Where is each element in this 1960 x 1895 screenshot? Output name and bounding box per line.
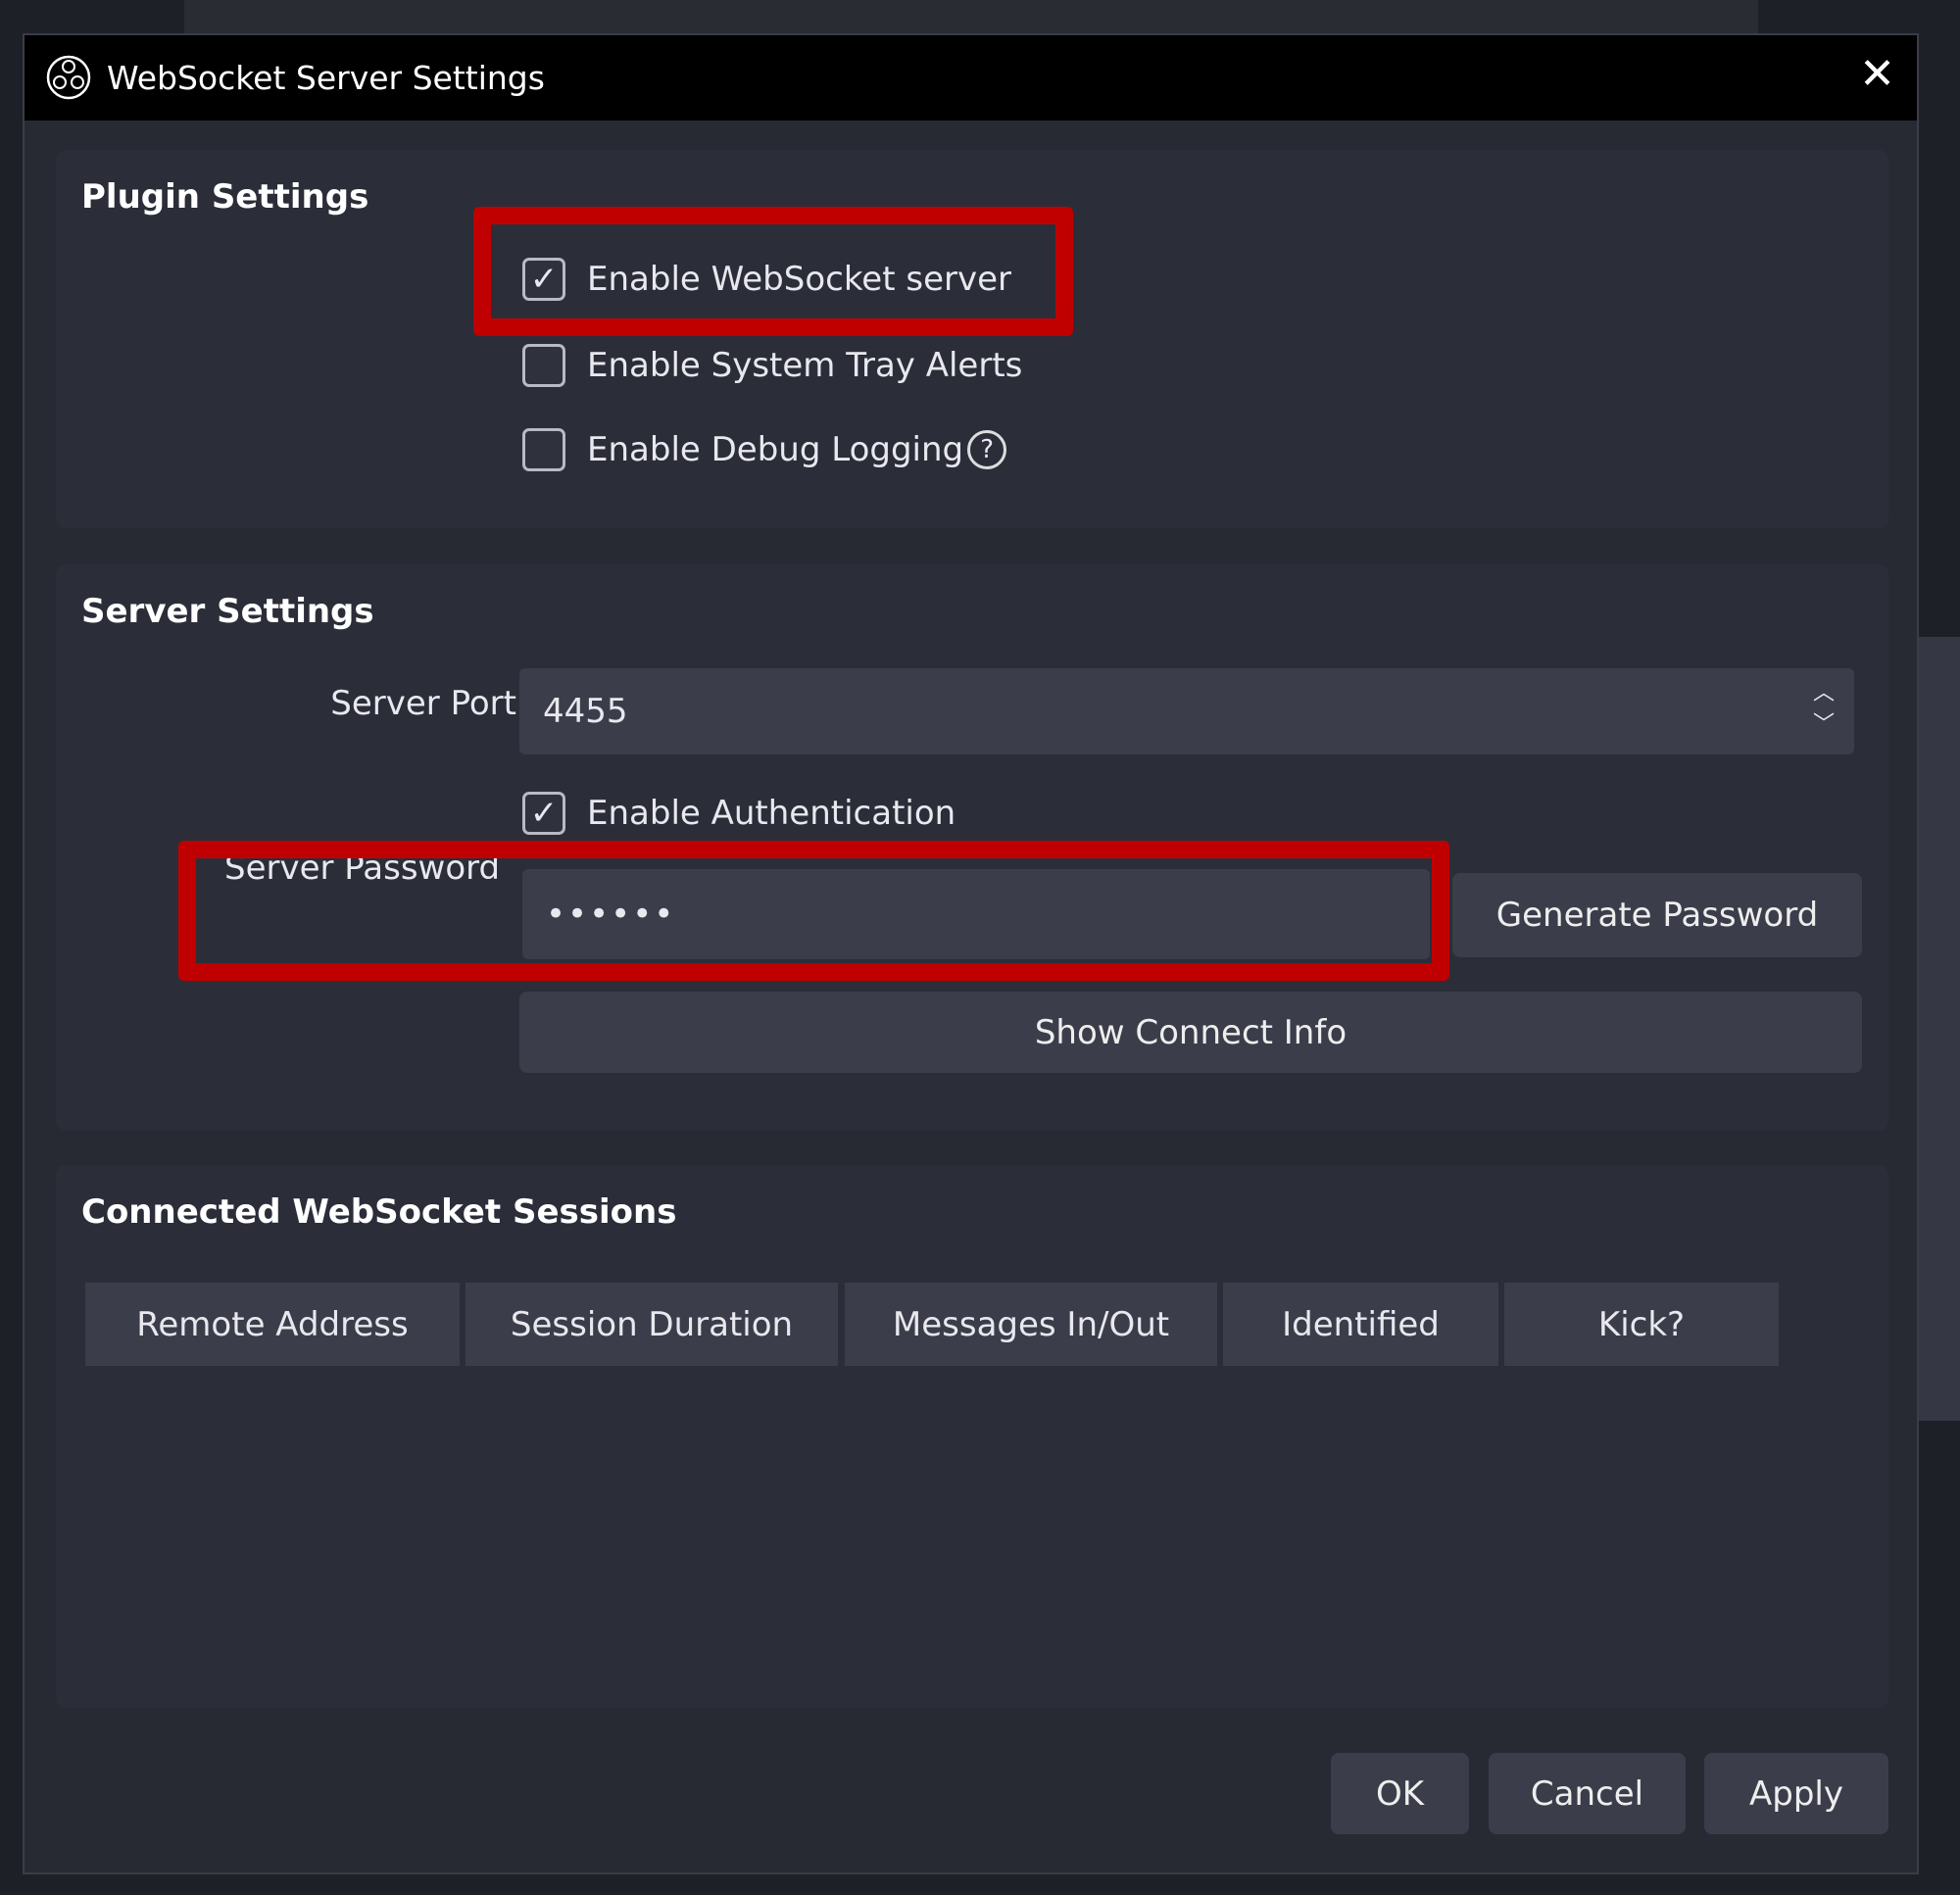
- checkbox-label: Enable Debug Logging: [587, 430, 964, 469]
- enable-debug-logging-checkbox[interactable]: Enable Debug Logging ?: [522, 428, 1007, 471]
- server-settings-heading: Server Settings: [81, 592, 374, 631]
- column-header-messages[interactable]: Messages In/Out: [845, 1283, 1217, 1366]
- checkbox-label: Enable WebSocket server: [587, 260, 1011, 299]
- enable-websocket-server-checkbox[interactable]: ✓ Enable WebSocket server: [522, 258, 1011, 301]
- highlight-box: [178, 841, 1449, 981]
- server-port-label: Server Port: [330, 684, 516, 723]
- background-window: [184, 0, 1758, 33]
- close-icon[interactable]: ✕: [1859, 53, 1895, 96]
- apply-button[interactable]: Apply: [1704, 1753, 1888, 1834]
- plugin-settings-group: Plugin Settings ✓ Enable WebSocket serve…: [56, 150, 1888, 528]
- enable-authentication-checkbox[interactable]: ✓ Enable Authentication: [522, 792, 956, 835]
- cancel-button[interactable]: Cancel: [1489, 1753, 1686, 1834]
- column-header-kick[interactable]: Kick?: [1504, 1283, 1779, 1366]
- column-header-remote-address[interactable]: Remote Address: [85, 1283, 460, 1366]
- dialog-title: WebSocket Server Settings: [107, 59, 545, 97]
- generate-password-button[interactable]: Generate Password: [1452, 873, 1862, 957]
- ok-button[interactable]: OK: [1331, 1753, 1469, 1834]
- checkbox-unchecked[interactable]: [522, 344, 565, 387]
- sessions-heading: Connected WebSocket Sessions: [81, 1192, 677, 1232]
- column-header-identified[interactable]: Identified: [1223, 1283, 1498, 1366]
- obs-logo-icon: [46, 55, 91, 100]
- server-port-value: 4455: [543, 692, 628, 731]
- checkbox-unchecked[interactable]: [522, 428, 565, 471]
- help-circle-icon[interactable]: ?: [967, 430, 1007, 469]
- checkbox-checked[interactable]: ✓: [522, 792, 565, 835]
- sessions-group: Connected WebSocket Sessions Remote Addr…: [56, 1165, 1888, 1708]
- background-panel: [1919, 637, 1960, 1421]
- checkbox-label: Enable Authentication: [587, 794, 956, 833]
- enable-tray-alerts-checkbox[interactable]: Enable System Tray Alerts: [522, 344, 1022, 387]
- column-header-session-duration[interactable]: Session Duration: [466, 1283, 838, 1366]
- server-settings-group: Server Settings Server Port 4455 ︿ ﹀ ✓ En…: [56, 564, 1888, 1131]
- websocket-settings-dialog: WebSocket Server Settings ✕ Plugin Setti…: [23, 33, 1919, 1874]
- checkbox-checked[interactable]: ✓: [522, 258, 565, 301]
- server-port-spinbox[interactable]: 4455 ︿ ﹀: [519, 668, 1854, 754]
- checkbox-label: Enable System Tray Alerts: [587, 346, 1023, 385]
- plugin-settings-heading: Plugin Settings: [81, 177, 369, 217]
- spin-up-down-icon[interactable]: ︿ ﹀: [1813, 678, 1835, 741]
- title-bar: WebSocket Server Settings ✕: [24, 35, 1917, 121]
- show-connect-info-button[interactable]: Show Connect Info: [519, 992, 1862, 1073]
